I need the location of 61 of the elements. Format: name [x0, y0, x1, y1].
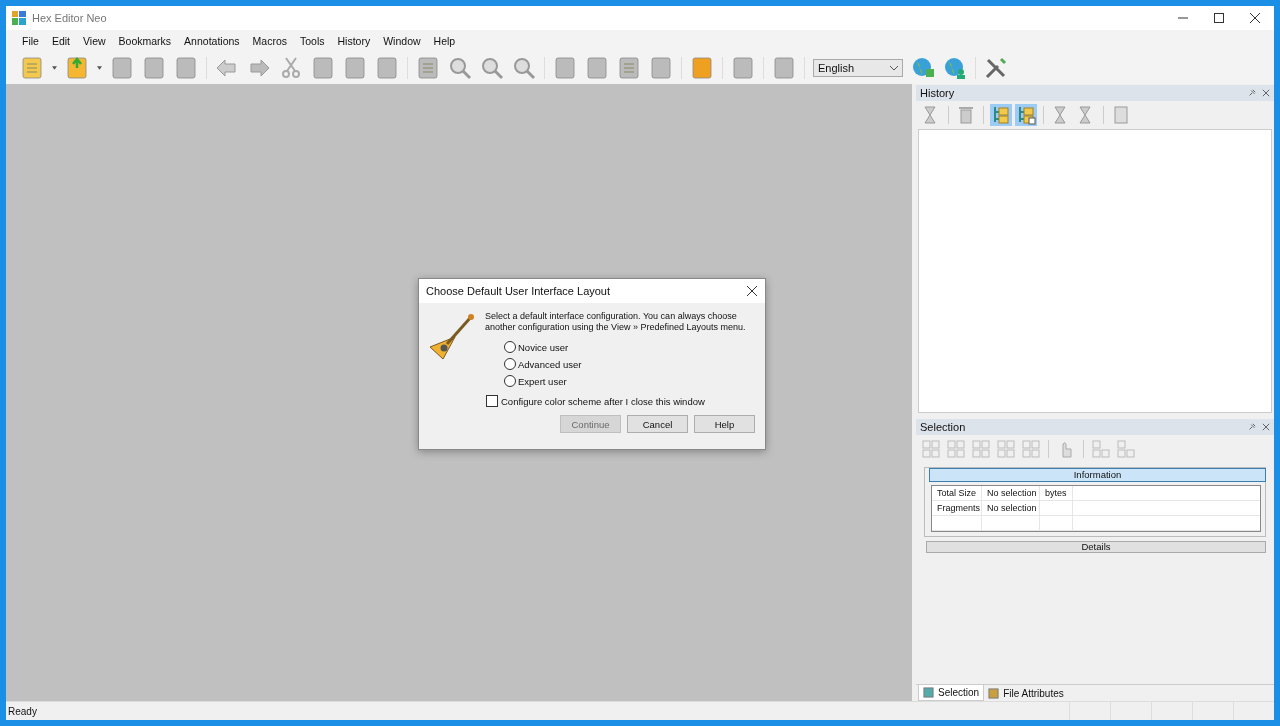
dropdown-caret-icon[interactable]: [890, 65, 898, 71]
checkbox-option[interactable]: Configure color scheme after I close this window: [486, 395, 705, 407]
close-icon[interactable]: [747, 286, 757, 296]
table-cell: bytes: [1045, 488, 1067, 498]
app-logo-icon: [12, 11, 26, 25]
grid-icon[interactable]: [945, 438, 967, 460]
grid-icon[interactable]: [1090, 438, 1112, 460]
tools-icon[interactable]: [984, 56, 1008, 80]
pin-icon[interactable]: [1248, 89, 1256, 97]
tree-icon[interactable]: [990, 104, 1012, 126]
status-text: Ready: [8, 705, 38, 717]
dialog-button[interactable]: Help: [694, 415, 755, 433]
search-icon[interactable]: [480, 56, 504, 80]
grid-icon[interactable]: [920, 438, 942, 460]
search-icon[interactable]: [512, 56, 536, 80]
globe-add-icon[interactable]: [911, 56, 935, 80]
menu-item[interactable]: Window: [383, 35, 421, 47]
dropdown-caret-icon[interactable]: [97, 66, 102, 70]
menu-item[interactable]: Annotations: [184, 35, 240, 47]
dialog-title: Choose Default User Interface Layout: [426, 285, 611, 297]
menu-item[interactable]: Edit: [51, 35, 70, 47]
menu-item[interactable]: Macros: [252, 35, 287, 47]
panel-tab[interactable]: Selection: [918, 685, 985, 701]
globe-user-icon[interactable]: [943, 56, 967, 80]
grid-icon[interactable]: [1020, 438, 1042, 460]
details-header[interactable]: Details: [926, 541, 1266, 553]
table-cell: No selection: [987, 503, 1037, 513]
dialog-message: Select a default interface configuration. You can always choose another configuration using the View » Predefined Layouts menu.: [485, 311, 747, 333]
menu-item[interactable]: History: [337, 35, 371, 47]
panel-title: Selection: [920, 421, 967, 433]
table-cell: Fragments: [937, 503, 980, 513]
search-icon[interactable]: [448, 56, 472, 80]
panel-tab-icon: [988, 687, 1000, 699]
radio-option[interactable]: Advanced user: [504, 358, 582, 370]
menu-item[interactable]: View: [83, 35, 106, 47]
information-header[interactable]: Information: [929, 468, 1266, 482]
radio-option[interactable]: Novice user: [504, 341, 569, 353]
radio-option[interactable]: Expert user: [504, 375, 567, 387]
panel-title: History: [920, 87, 956, 99]
dialog-button[interactable]: Cancel: [627, 415, 688, 433]
menu-item[interactable]: File: [22, 35, 39, 47]
language-dropdown[interactable]: English: [813, 59, 903, 77]
grid-icon[interactable]: [995, 438, 1017, 460]
pin-icon[interactable]: [1248, 423, 1256, 431]
folder-icon[interactable]: [65, 56, 89, 80]
panel-tab[interactable]: File Attributes: [984, 685, 1068, 701]
window-title: Hex Editor Neo: [32, 12, 107, 24]
maximize-icon[interactable]: [1214, 13, 1224, 23]
close-icon[interactable]: [1250, 13, 1260, 23]
menu-item[interactable]: Bookmarks: [118, 35, 172, 47]
balalaika-icon: [427, 311, 477, 361]
table-cell: No selection: [987, 488, 1037, 498]
grid-icon[interactable]: [970, 438, 992, 460]
menu-item[interactable]: Tools: [300, 35, 325, 47]
table-cell: Total Size: [937, 488, 977, 498]
panel-tab-icon: [923, 687, 934, 698]
dropdown-caret-icon[interactable]: [52, 66, 57, 70]
tree-icon[interactable]: [1015, 104, 1037, 126]
menu-item[interactable]: Help: [433, 35, 456, 47]
scissors-icon[interactable]: [279, 56, 303, 80]
grid-icon[interactable]: [1115, 438, 1137, 460]
